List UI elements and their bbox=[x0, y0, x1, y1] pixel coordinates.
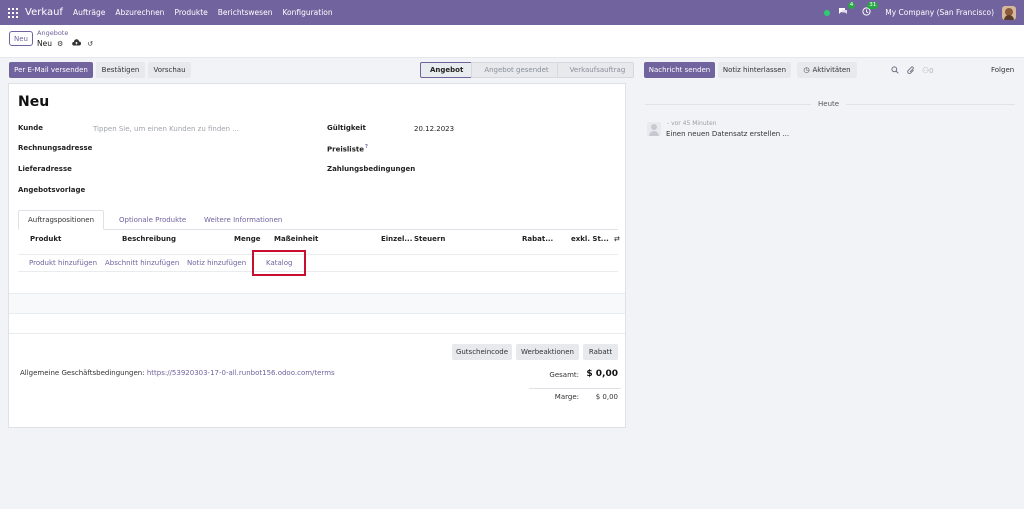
total-value: $ 0,00 bbox=[586, 369, 618, 379]
tab-auftragspositionen[interactable]: Auftragspositionen bbox=[18, 210, 105, 230]
menu-abzurechnen[interactable]: Abzurechnen bbox=[115, 8, 164, 17]
column-beschreibung[interactable]: Beschreibung bbox=[122, 235, 176, 243]
breadcrumb-current: Neu ⚙ ↺ bbox=[37, 39, 93, 48]
log-note-button[interactable]: Notiz hinterlassen bbox=[718, 62, 791, 78]
menu-produkte[interactable]: Produkte bbox=[174, 8, 207, 17]
column-einzelpreis[interactable]: Einzel... bbox=[381, 235, 412, 243]
message-author-avatar[interactable] bbox=[647, 122, 661, 136]
top-navbar: Verkauf Aufträge Abzurechnen Produkte Be… bbox=[0, 0, 1024, 25]
menu-konfiguration[interactable]: Konfiguration bbox=[282, 8, 332, 17]
add-line-row: Produkt hinzufügen Abschnitt hinzufügen … bbox=[18, 254, 618, 272]
breadcrumb-parent[interactable]: Angebote bbox=[37, 29, 68, 37]
order-lines-header: Produkt Beschreibung Menge Maßeinheit Ei… bbox=[18, 233, 620, 247]
user-avatar[interactable] bbox=[1002, 5, 1016, 20]
cloud-upload-icon[interactable] bbox=[72, 39, 82, 48]
chat-icon[interactable]: 4 bbox=[838, 1, 856, 19]
quotation-template-label: Angebotsvorlage bbox=[18, 186, 86, 194]
activity-clock-icon: ◷ bbox=[803, 66, 810, 74]
control-panel: Neu Angebote Neu ⚙ ↺ bbox=[0, 25, 1024, 58]
follow-button[interactable]: Folgen bbox=[991, 66, 1014, 74]
coupon-code-button[interactable]: Gutscheincode bbox=[452, 344, 512, 360]
empty-row bbox=[9, 314, 625, 334]
search-icon[interactable] bbox=[891, 66, 899, 76]
validity-label: Gültigkeit bbox=[327, 124, 366, 132]
gear-icon[interactable]: ⚙ bbox=[57, 40, 63, 48]
quotation-form-sheet: Neu Kunde Tippen Sie, um einen Kunden zu… bbox=[8, 83, 626, 428]
discount-button[interactable]: Rabatt bbox=[583, 344, 618, 360]
preview-button[interactable]: Vorschau bbox=[148, 62, 191, 78]
paperclip-icon[interactable] bbox=[907, 66, 915, 77]
stage-verkaufsauftrag[interactable]: Verkaufsauftrag bbox=[556, 62, 635, 78]
column-masseinheit[interactable]: Maßeinheit bbox=[274, 235, 318, 243]
status-pipeline: Angebot Angebot gesendet Verkaufsauftrag bbox=[420, 62, 635, 78]
column-exkl-steuern[interactable]: exkl. St... bbox=[571, 235, 609, 243]
breadcrumb-current-label: Neu bbox=[37, 39, 52, 48]
systray: 4 31 My Company (San Francisco) bbox=[824, 0, 1016, 25]
send-email-button[interactable]: Per E-Mail versenden bbox=[9, 62, 93, 78]
validity-date-field[interactable]: 20.12.2023 bbox=[414, 125, 454, 133]
customer-input[interactable]: Tippen Sie, um einen Kunden zu finden ..… bbox=[93, 125, 239, 133]
payment-terms-label: Zahlungsbedingungen bbox=[327, 165, 416, 173]
add-product-link[interactable]: Produkt hinzufügen bbox=[29, 259, 97, 267]
empty-row bbox=[9, 294, 625, 314]
app-name[interactable]: Verkauf bbox=[25, 7, 63, 18]
margin-value: $ 0,00 bbox=[595, 393, 618, 401]
confirm-button[interactable]: Bestätigen bbox=[96, 62, 145, 78]
activities-badge: 31 bbox=[867, 1, 879, 9]
company-switcher[interactable]: My Company (San Francisco) bbox=[885, 8, 994, 17]
date-separator: Heute bbox=[811, 100, 847, 108]
column-produkt[interactable]: Produkt bbox=[30, 235, 61, 243]
menu-berichtswesen[interactable]: Berichtswesen bbox=[218, 8, 273, 17]
column-menge[interactable]: Menge bbox=[234, 235, 260, 243]
column-toggle-icon[interactable]: ⇄ bbox=[614, 235, 620, 243]
online-status-icon bbox=[824, 9, 831, 16]
promotions-button[interactable]: Werbeaktionen bbox=[516, 344, 579, 360]
undo-icon[interactable]: ↺ bbox=[87, 40, 93, 48]
pricelist-label-text: Preisliste bbox=[327, 145, 364, 154]
column-steuern[interactable]: Steuern bbox=[414, 235, 445, 243]
invoice-address-label: Rechnungsadresse bbox=[18, 144, 93, 152]
margin-label: Marge: bbox=[554, 393, 579, 401]
record-title: Neu bbox=[18, 94, 50, 110]
pricelist-help-icon[interactable]: ? bbox=[365, 144, 368, 150]
stage-angebot[interactable]: Angebot bbox=[420, 62, 473, 78]
customer-label: Kunde bbox=[18, 124, 44, 132]
send-message-button[interactable]: Nachricht senden bbox=[644, 62, 715, 78]
apps-grid-icon[interactable] bbox=[8, 7, 18, 18]
add-section-link[interactable]: Abschnitt hinzufügen bbox=[105, 259, 179, 267]
add-note-link[interactable]: Notiz hinzufügen bbox=[187, 259, 246, 267]
clock-icon[interactable]: 31 bbox=[862, 1, 879, 19]
total-label: Gesamt: bbox=[549, 371, 579, 379]
tab-weitere-informationen[interactable]: Weitere Informationen bbox=[195, 210, 291, 230]
tab-optionale-produkte[interactable]: Optionale Produkte bbox=[110, 210, 195, 230]
new-button[interactable]: Neu bbox=[9, 31, 33, 46]
stage-angebot-gesendet[interactable]: Angebot gesendet bbox=[471, 62, 558, 78]
message-timestamp: - vor 45 Minuten bbox=[667, 120, 717, 127]
empty-row bbox=[9, 274, 625, 294]
column-rabatt[interactable]: Rabat... bbox=[522, 235, 553, 243]
catalog-highlight-box bbox=[252, 250, 306, 276]
menu-auftraege[interactable]: Aufträge bbox=[73, 8, 105, 17]
delivery-address-label: Lieferadresse bbox=[18, 165, 72, 173]
messages-badge: 4 bbox=[847, 1, 856, 9]
terms-and-conditions: Allgemeine Geschäftsbedingungen: https:/… bbox=[20, 369, 335, 377]
terms-link[interactable]: https://53920303-17-0-all.runbot156.odoo… bbox=[147, 369, 335, 377]
terms-label: Allgemeine Geschäftsbedingungen: bbox=[20, 369, 147, 377]
notebook-tabs: Auftragspositionen Optionale Produkte We… bbox=[18, 210, 618, 230]
pricelist-label: Preisliste? bbox=[327, 144, 368, 153]
activities-button[interactable]: ◷ Aktivitäten bbox=[797, 62, 857, 78]
message-body: Einen neuen Datensatz erstellen ... bbox=[666, 130, 790, 138]
follower-count: 0 bbox=[929, 67, 934, 75]
activities-label: Aktivitäten bbox=[812, 66, 851, 74]
totals-divider bbox=[529, 388, 621, 389]
followers-button[interactable]: ⚇0 bbox=[922, 66, 934, 75]
